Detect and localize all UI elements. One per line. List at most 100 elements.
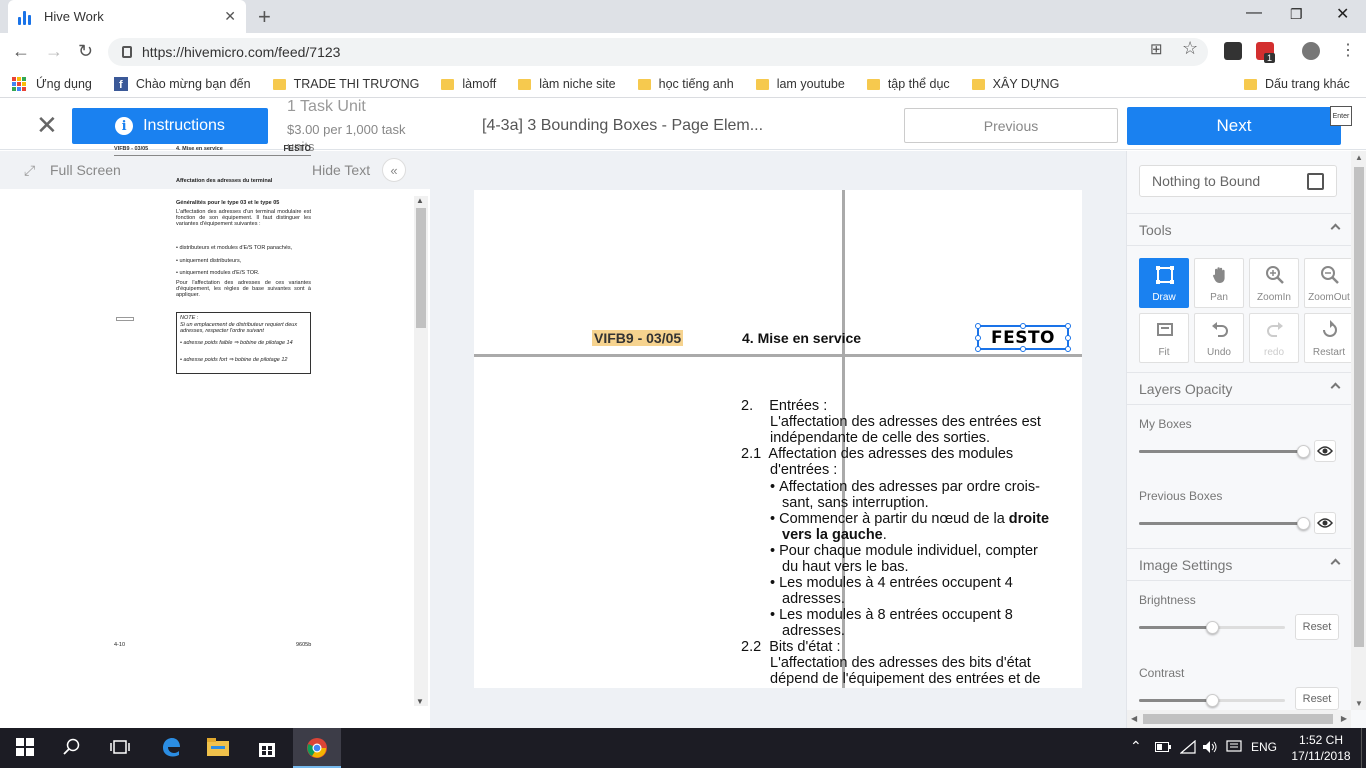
- collapse-icon[interactable]: «: [382, 158, 406, 182]
- previous-button[interactable]: Previous: [904, 108, 1118, 143]
- restore-icon[interactable]: ❐: [1290, 6, 1303, 23]
- translate-icon[interactable]: ⊞: [1150, 40, 1163, 58]
- reference-scrollbar[interactable]: ▲ ▼: [414, 196, 428, 706]
- extension-m-icon[interactable]: [1224, 42, 1242, 60]
- bounding-box-logo[interactable]: FESTO: [975, 323, 1071, 352]
- doc-bullet-line: • Les modules à 8 entrées occupent 8: [770, 607, 1013, 623]
- volume-icon[interactable]: [1202, 740, 1218, 754]
- previous-boxes-knob[interactable]: [1297, 517, 1310, 530]
- scroll-up-icon[interactable]: ▲: [416, 196, 424, 205]
- my-boxes-visibility-button[interactable]: [1314, 440, 1336, 462]
- forward-icon[interactable]: →: [45, 41, 63, 62]
- url-field[interactable]: https://hivemicro.com/feed/7123: [108, 38, 1208, 66]
- resize-handle[interactable]: [975, 335, 981, 341]
- new-tab-icon[interactable]: +: [258, 4, 271, 30]
- tool-draw[interactable]: Draw: [1139, 258, 1189, 308]
- tool-redo[interactable]: redo: [1249, 313, 1299, 363]
- thumb-section: 4. Mise en service: [176, 146, 223, 152]
- lock-icon: [122, 46, 132, 58]
- menu-kebab-icon[interactable]: ⋮: [1340, 40, 1356, 60]
- action-center-icon[interactable]: [1226, 740, 1242, 754]
- windows-start-icon[interactable]: [16, 738, 34, 756]
- bookmark-folder[interactable]: lam youtube: [755, 77, 845, 91]
- bookmark-facebook[interactable]: f Chào mừng bạn đến: [113, 77, 251, 91]
- nothing-to-bound-toggle[interactable]: Nothing to Bound: [1139, 165, 1337, 197]
- my-boxes-knob[interactable]: [1297, 445, 1310, 458]
- language-indicator[interactable]: ENG: [1251, 740, 1277, 754]
- resize-handle[interactable]: [1065, 346, 1071, 352]
- resize-handle[interactable]: [975, 323, 981, 329]
- tools-section-header[interactable]: Tools: [1127, 213, 1351, 246]
- scroll-thumb[interactable]: [1354, 167, 1364, 647]
- browser-tab[interactable]: Hive Work ✕: [8, 0, 246, 33]
- tool-pan[interactable]: Pan: [1194, 258, 1244, 308]
- previous-boxes-visibility-button[interactable]: [1314, 512, 1336, 534]
- resize-handle[interactable]: [975, 346, 981, 352]
- tool-fit[interactable]: Fit: [1139, 313, 1189, 363]
- contrast-reset-button[interactable]: Reset: [1295, 687, 1339, 710]
- hide-text-button[interactable]: Hide Text: [312, 162, 370, 178]
- edge-browser-icon[interactable]: [160, 736, 182, 758]
- profile-avatar[interactable]: [1302, 42, 1320, 60]
- tool-undo[interactable]: Undo: [1194, 313, 1244, 363]
- scroll-thumb[interactable]: [1143, 714, 1333, 724]
- next-button[interactable]: Next: [1127, 107, 1341, 145]
- chrome-taskbar-button[interactable]: [293, 728, 341, 768]
- tools-panel-hscrollbar[interactable]: ◀ ▶: [1127, 710, 1351, 728]
- bookmark-folder[interactable]: XÂY DỰNG: [971, 77, 1059, 91]
- back-icon[interactable]: ←: [12, 41, 30, 62]
- bookmark-apps[interactable]: Ứng dụng: [12, 77, 92, 91]
- image-settings-section-header[interactable]: Image Settings: [1127, 548, 1351, 581]
- brightness-knob[interactable]: [1206, 621, 1219, 634]
- fullscreen-icon[interactable]: ⤢: [24, 162, 35, 179]
- scroll-left-icon[interactable]: ◀: [1131, 714, 1137, 723]
- full-screen-button[interactable]: Full Screen: [50, 162, 121, 178]
- resize-handle[interactable]: [1065, 323, 1071, 329]
- instructions-button[interactable]: i Instructions: [72, 108, 268, 144]
- reload-icon[interactable]: ↻: [78, 41, 93, 62]
- resize-handle[interactable]: [1065, 335, 1071, 341]
- bookmark-folder[interactable]: TRADE THI TRƯƠNG: [272, 77, 419, 91]
- minimize-icon[interactable]: —: [1246, 4, 1262, 22]
- chevron-up-icon[interactable]: [1330, 223, 1341, 234]
- search-icon[interactable]: [63, 738, 81, 756]
- bookmark-folder[interactable]: làmoff: [441, 77, 496, 91]
- previous-boxes-slider[interactable]: [1139, 522, 1303, 525]
- chevron-up-icon[interactable]: [1330, 558, 1341, 569]
- contrast-knob[interactable]: [1206, 694, 1219, 707]
- scroll-down-icon[interactable]: ▼: [416, 697, 424, 706]
- brightness-reset-button[interactable]: Reset: [1295, 614, 1339, 640]
- chevron-up-icon[interactable]: [1330, 382, 1341, 393]
- battery-icon[interactable]: [1155, 742, 1171, 752]
- window-close-icon[interactable]: ✕: [1336, 4, 1349, 24]
- tray-chevron-icon[interactable]: ⌃: [1130, 738, 1142, 755]
- tool-zoom-out[interactable]: ZoomOut: [1304, 258, 1354, 308]
- my-boxes-slider[interactable]: [1139, 450, 1303, 453]
- tool-zoom-in[interactable]: ZoomIn: [1249, 258, 1299, 308]
- bookmark-star-icon[interactable]: ☆: [1182, 38, 1198, 59]
- layers-section-header[interactable]: Layers Opacity: [1127, 372, 1351, 405]
- scroll-thumb[interactable]: [416, 208, 426, 328]
- document-image[interactable]: VIFB9 - 03/05 4. Mise en service FESTO 2…: [474, 190, 1082, 688]
- annotation-canvas[interactable]: VIFB9 - 03/05 4. Mise en service FESTO 2…: [430, 151, 1126, 728]
- scroll-down-icon[interactable]: ▼: [1355, 699, 1363, 708]
- show-desktop-button[interactable]: [1361, 728, 1366, 768]
- store-icon[interactable]: [257, 738, 277, 758]
- tool-restart[interactable]: Restart: [1304, 313, 1354, 363]
- bookmark-folder[interactable]: tập thể dục: [866, 77, 950, 91]
- nothing-to-bound-checkbox[interactable]: [1307, 173, 1324, 190]
- task-view-icon[interactable]: [110, 738, 130, 756]
- bookmark-folder[interactable]: làm niche site: [518, 77, 616, 91]
- scroll-right-icon[interactable]: ▶: [1341, 714, 1347, 723]
- scroll-up-icon[interactable]: ▲: [1355, 153, 1363, 162]
- bookmark-other[interactable]: Dấu trang khác: [1244, 77, 1350, 91]
- tools-panel-scrollbar[interactable]: ▲ ▼: [1351, 151, 1366, 710]
- resize-handle[interactable]: [1020, 346, 1026, 352]
- wifi-icon[interactable]: [1180, 740, 1196, 754]
- close-task-icon[interactable]: ✕: [36, 112, 58, 138]
- file-explorer-icon[interactable]: [207, 738, 229, 756]
- system-clock[interactable]: 1:52 CH 17/11/2018: [1285, 732, 1357, 764]
- resize-handle[interactable]: [1020, 323, 1026, 329]
- bookmark-folder[interactable]: học tiếng anh: [637, 77, 734, 91]
- tab-close-icon[interactable]: ✕: [224, 8, 236, 25]
